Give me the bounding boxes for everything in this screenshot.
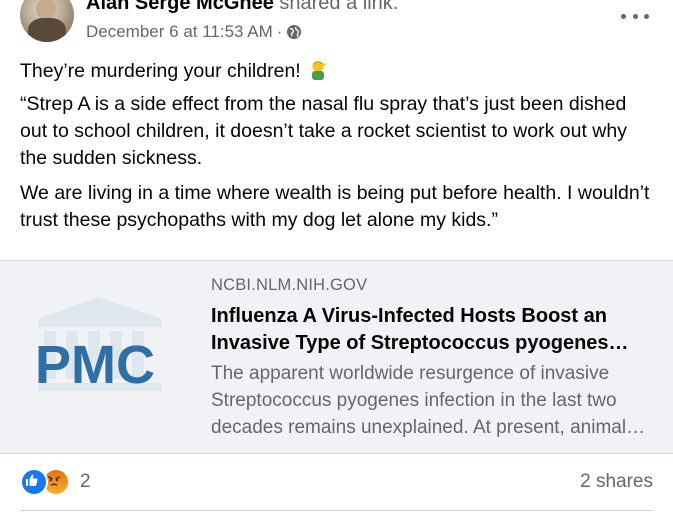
meta-separator: · xyxy=(276,22,283,41)
more-options-icon xyxy=(632,13,638,19)
link-thumbnail[interactable]: PMC xyxy=(0,261,190,453)
avatar-face xyxy=(36,0,56,20)
post-text-line-1-text: They’re murdering your children! xyxy=(20,60,301,82)
post-text-paragraph-3: We are living in a time where wealth is … xyxy=(20,182,650,231)
author-name-link[interactable]: Alan Serge McGhee xyxy=(86,0,274,14)
pmc-logo: PMC xyxy=(0,261,190,453)
reaction-summary[interactable]: 2 xyxy=(20,468,91,496)
feed-post: Alan Serge McGhee shared a link. Decembe… xyxy=(0,0,673,515)
post-meta: December 6 at 11:53 AM · xyxy=(86,22,302,42)
post-text-paragraph-2: “Strep A is a side effect from the nasal… xyxy=(20,93,627,169)
more-options-icon xyxy=(621,13,626,19)
more-options-button[interactable] xyxy=(621,6,649,26)
footer-divider xyxy=(20,510,653,511)
shares-count-link[interactable]: 2 shares xyxy=(580,471,653,493)
link-preview-body[interactable]: NCBI.NLM.NIH.GOV Influenza A Virus-Infec… xyxy=(190,261,673,453)
link-title[interactable]: Influenza A Virus-Infected Hosts Boost a… xyxy=(211,303,659,357)
more-options-icon xyxy=(644,13,649,19)
like-icon xyxy=(20,468,48,496)
link-description: The apparent worldwide resurgence of inv… xyxy=(211,363,627,438)
post-timestamp[interactable]: December 6 at 11:53 AM xyxy=(86,22,273,42)
globe-icon[interactable] xyxy=(286,24,302,40)
post-text-line-1: They’re murdering your children! xyxy=(20,58,653,85)
link-domain: NCBI.NLM.NIH.GOV xyxy=(211,276,368,294)
facepalm-emoji-icon xyxy=(311,61,326,80)
shared-action-text: shared a link. xyxy=(273,0,399,14)
reactions-bar: 2 2 shares xyxy=(20,466,653,498)
pmc-logo-text: PMC xyxy=(35,335,155,395)
author-avatar[interactable] xyxy=(20,0,74,42)
post-header-title: Alan Serge McGhee shared a link. xyxy=(86,0,398,15)
link-preview-card[interactable]: PMC NCBI.NLM.NIH.GOV Influenza A Virus-I… xyxy=(0,260,673,454)
reaction-count[interactable]: 2 xyxy=(80,471,91,493)
avatar-body xyxy=(28,18,66,42)
post-message: They’re murdering your children! “Strep … xyxy=(20,58,653,242)
